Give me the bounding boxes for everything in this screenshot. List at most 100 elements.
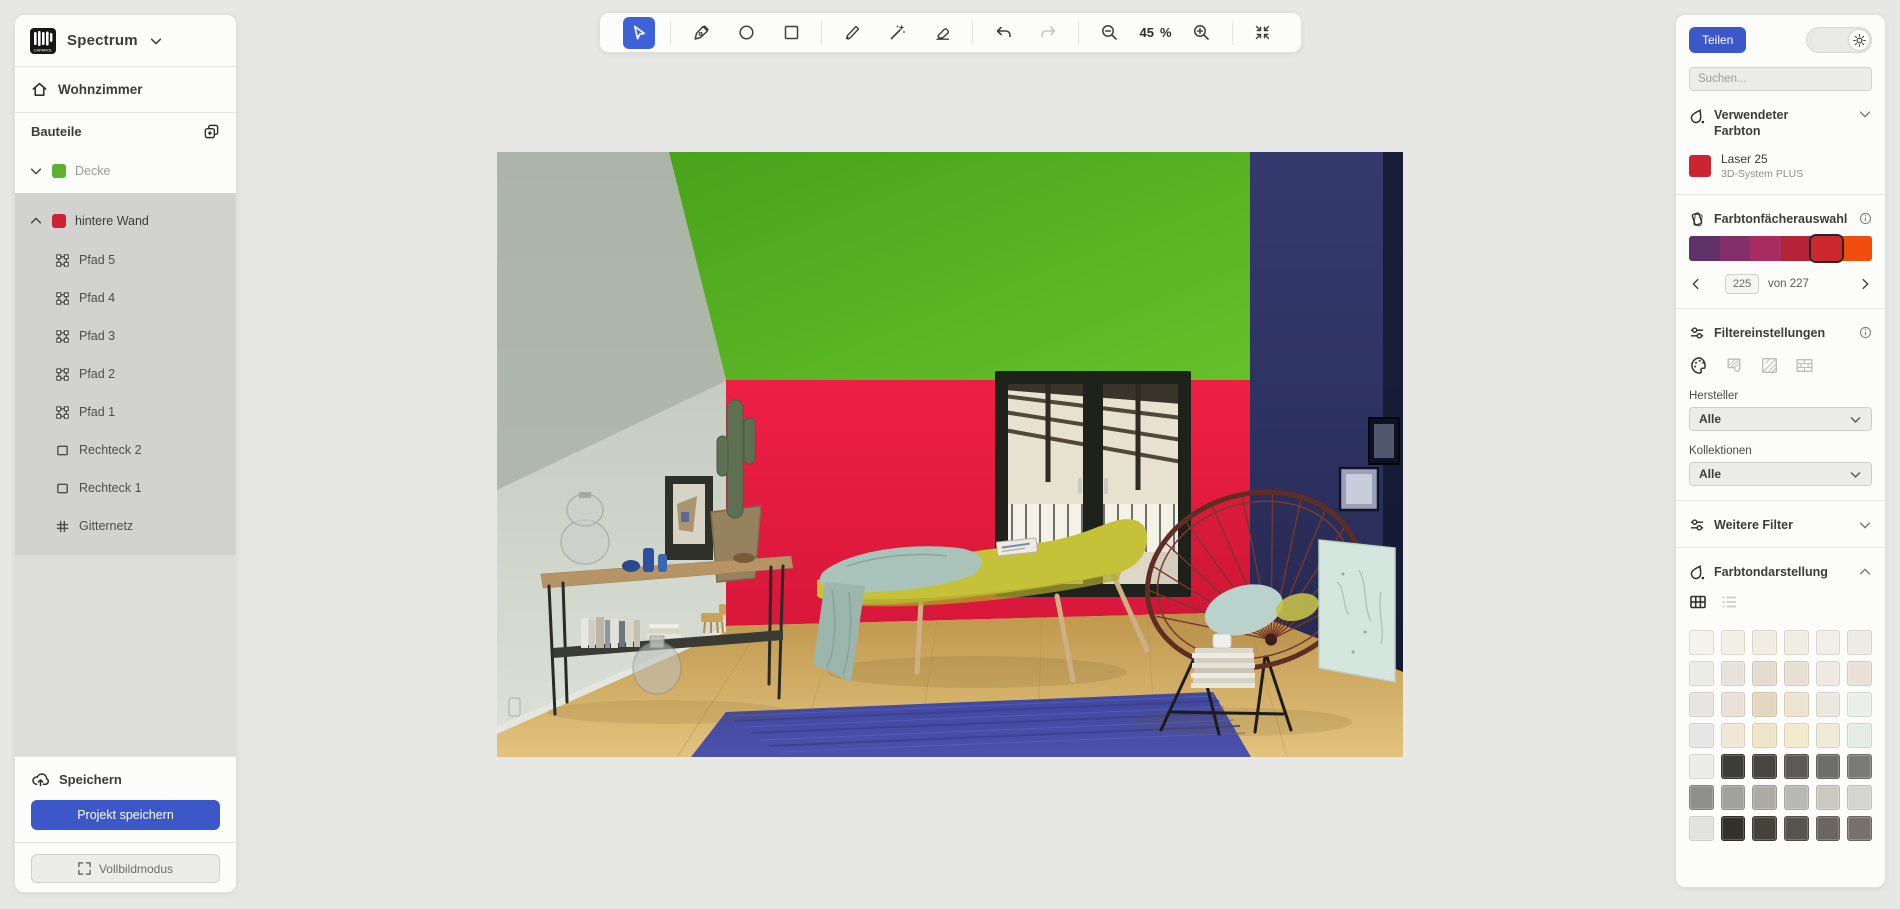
search-input[interactable] — [1689, 67, 1872, 91]
color-grid-swatch[interactable] — [1784, 754, 1809, 779]
color-grid-swatch[interactable] — [1784, 692, 1809, 717]
color-grid-swatch[interactable] — [1816, 785, 1841, 810]
color-grid-swatch[interactable] — [1847, 692, 1872, 717]
zoom-level[interactable]: 45 % — [1139, 25, 1171, 40]
color-grid-swatch[interactable] — [1689, 754, 1714, 779]
color-grid-swatch[interactable] — [1721, 661, 1746, 686]
color-grid-swatch[interactable] — [1689, 785, 1714, 810]
color-grid-swatch[interactable] — [1721, 816, 1746, 841]
fullscreen-button[interactable]: Vollbildmodus — [31, 854, 220, 883]
fan-color-swatch[interactable] — [1781, 236, 1812, 261]
fabric-filter-icon[interactable] — [1724, 355, 1745, 376]
color-grid-swatch[interactable] — [1752, 661, 1777, 686]
tree-item-pfad-1[interactable]: Pfad 1 — [15, 393, 236, 431]
color-grid-swatch[interactable] — [1816, 754, 1841, 779]
color-grid-swatch[interactable] — [1689, 630, 1714, 655]
color-grid-swatch[interactable] — [1721, 785, 1746, 810]
color-grid-swatch[interactable] — [1847, 754, 1872, 779]
fan-color-swatch[interactable] — [1842, 236, 1873, 261]
zoom-in-button[interactable] — [1187, 18, 1217, 48]
color-grid-swatch[interactable] — [1689, 661, 1714, 686]
info-icon[interactable] — [1859, 326, 1872, 339]
color-grid-swatch[interactable] — [1689, 723, 1714, 748]
room-image[interactable] — [497, 152, 1403, 757]
tile-filter-icon[interactable] — [1759, 355, 1780, 376]
rectangle-tool-button[interactable] — [776, 18, 806, 48]
color-grid-swatch[interactable] — [1847, 723, 1872, 748]
color-grid-swatch[interactable] — [1752, 785, 1777, 810]
add-component-icon[interactable] — [203, 123, 220, 140]
tree-item-rechteck-1[interactable]: Rechteck 1 — [15, 469, 236, 507]
palette-filter-icon[interactable] — [1689, 355, 1710, 376]
color-grid-swatch[interactable] — [1784, 785, 1809, 810]
share-button[interactable]: Teilen — [1689, 27, 1746, 53]
pen-tool-button[interactable] — [686, 18, 716, 48]
tree-item-hintere-wand[interactable]: hintere Wand — [15, 201, 236, 241]
tree-item-pfad-4[interactable]: Pfad 4 — [15, 279, 236, 317]
tree-item-pfad-3[interactable]: Pfad 3 — [15, 317, 236, 355]
used-color-section-header[interactable]: Verwendeter Farbton — [1689, 107, 1872, 140]
collections-select[interactable]: Alle — [1689, 462, 1872, 486]
fan-page-input[interactable] — [1725, 274, 1759, 294]
color-grid-swatch[interactable] — [1784, 723, 1809, 748]
color-grid-swatch[interactable] — [1689, 816, 1714, 841]
chevron-down-icon[interactable] — [1858, 518, 1872, 532]
color-grid-swatch[interactable] — [1816, 816, 1841, 841]
tree-item-gitternetz[interactable]: Gitternetz — [15, 507, 236, 545]
magic-wand-tool-button[interactable] — [882, 18, 912, 48]
color-grid-swatch[interactable] — [1752, 723, 1777, 748]
ellipse-tool-button[interactable] — [731, 18, 761, 48]
chevron-down-icon[interactable] — [1858, 107, 1872, 121]
room-visualization[interactable] — [497, 152, 1403, 757]
save-project-button[interactable]: Projekt speichern — [31, 800, 220, 830]
color-grid-swatch[interactable] — [1816, 723, 1841, 748]
chevron-down-icon[interactable] — [149, 34, 163, 48]
redo-button[interactable] — [1033, 18, 1063, 48]
color-grid-swatch[interactable] — [1689, 692, 1714, 717]
fit-to-screen-button[interactable] — [1248, 18, 1278, 48]
chevron-up-icon[interactable] — [1858, 565, 1872, 579]
display-section-header[interactable]: Farbtondarstellung — [1689, 564, 1872, 580]
brand-row[interactable]: CAPAROL Spectrum — [15, 15, 236, 67]
tree-item-decke[interactable]: Decke — [15, 149, 236, 193]
more-filters-header[interactable]: Weitere Filter — [1689, 517, 1872, 533]
color-grid-swatch[interactable] — [1847, 630, 1872, 655]
color-grid-swatch[interactable] — [1847, 785, 1872, 810]
brush-tool-button[interactable] — [837, 18, 867, 48]
color-grid-swatch[interactable] — [1752, 692, 1777, 717]
zoom-out-button[interactable] — [1094, 18, 1124, 48]
color-grid-swatch[interactable] — [1816, 630, 1841, 655]
color-grid-swatch[interactable] — [1721, 692, 1746, 717]
fan-prev-button[interactable] — [1689, 277, 1703, 291]
info-icon[interactable] — [1859, 212, 1872, 225]
fan-color-swatch[interactable] — [1750, 236, 1781, 261]
theme-toggle[interactable] — [1806, 27, 1872, 53]
fan-color-swatch[interactable] — [1720, 236, 1751, 261]
fan-color-swatch[interactable] — [1811, 236, 1842, 261]
color-grid-swatch[interactable] — [1784, 816, 1809, 841]
tree-item-pfad-2[interactable]: Pfad 2 — [15, 355, 236, 393]
chevron-up-icon[interactable] — [29, 214, 43, 228]
color-grid-swatch[interactable] — [1721, 630, 1746, 655]
used-color-row[interactable]: Laser 25 3D-System PLUS — [1689, 152, 1872, 180]
select-tool-button[interactable] — [623, 17, 655, 49]
color-grid-swatch[interactable] — [1847, 816, 1872, 841]
color-grid-swatch[interactable] — [1721, 723, 1746, 748]
color-grid-swatch[interactable] — [1752, 816, 1777, 841]
brick-filter-icon[interactable] — [1794, 355, 1815, 376]
tree-item-pfad-5[interactable]: Pfad 5 — [15, 241, 236, 279]
color-grid-swatch[interactable] — [1847, 661, 1872, 686]
manufacturer-select[interactable]: Alle — [1689, 407, 1872, 431]
room-breadcrumb[interactable]: Wohnzimmer — [15, 67, 236, 113]
eraser-tool-button[interactable] — [927, 18, 957, 48]
ceiling-green[interactable] — [669, 152, 1250, 380]
color-grid-swatch[interactable] — [1784, 630, 1809, 655]
undo-button[interactable] — [988, 18, 1018, 48]
fan-next-button[interactable] — [1858, 277, 1872, 291]
list-view-icon[interactable] — [1720, 593, 1738, 611]
color-grid-swatch[interactable] — [1752, 754, 1777, 779]
color-grid-swatch[interactable] — [1721, 754, 1746, 779]
color-grid-swatch[interactable] — [1816, 661, 1841, 686]
fan-color-swatch[interactable] — [1689, 236, 1720, 261]
tree-item-rechteck-2[interactable]: Rechteck 2 — [15, 431, 236, 469]
